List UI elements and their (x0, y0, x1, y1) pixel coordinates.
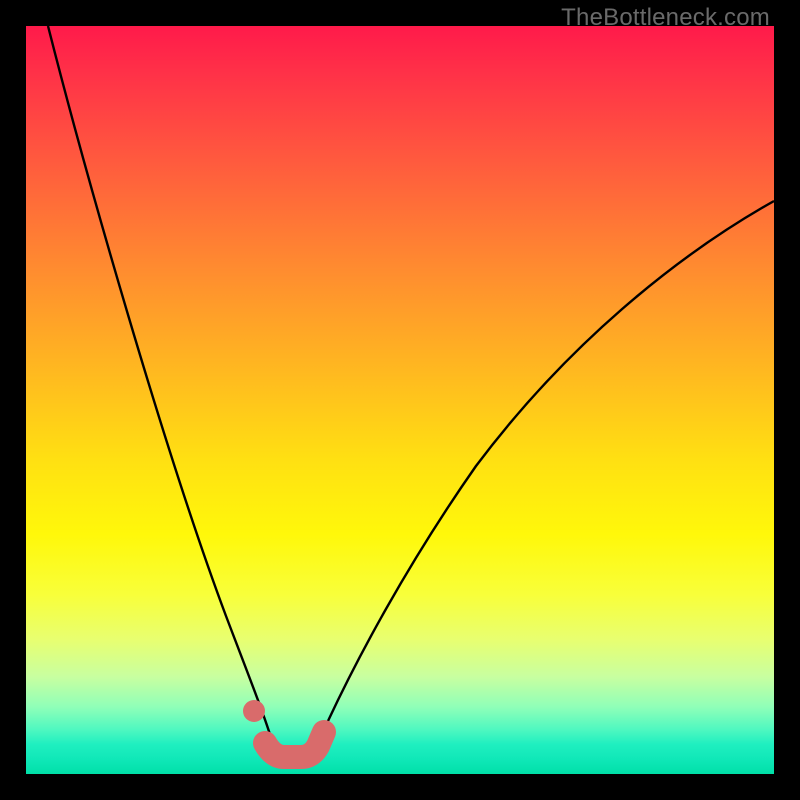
marker-bottom-u (265, 732, 324, 757)
watermark-text: TheBottleneck.com (561, 4, 770, 32)
curve-left-branch (48, 26, 284, 761)
chart-plot-area (26, 26, 774, 774)
curve-right-branch (301, 201, 774, 761)
bottleneck-curve (26, 26, 774, 774)
marker-detached-dot (243, 700, 265, 722)
